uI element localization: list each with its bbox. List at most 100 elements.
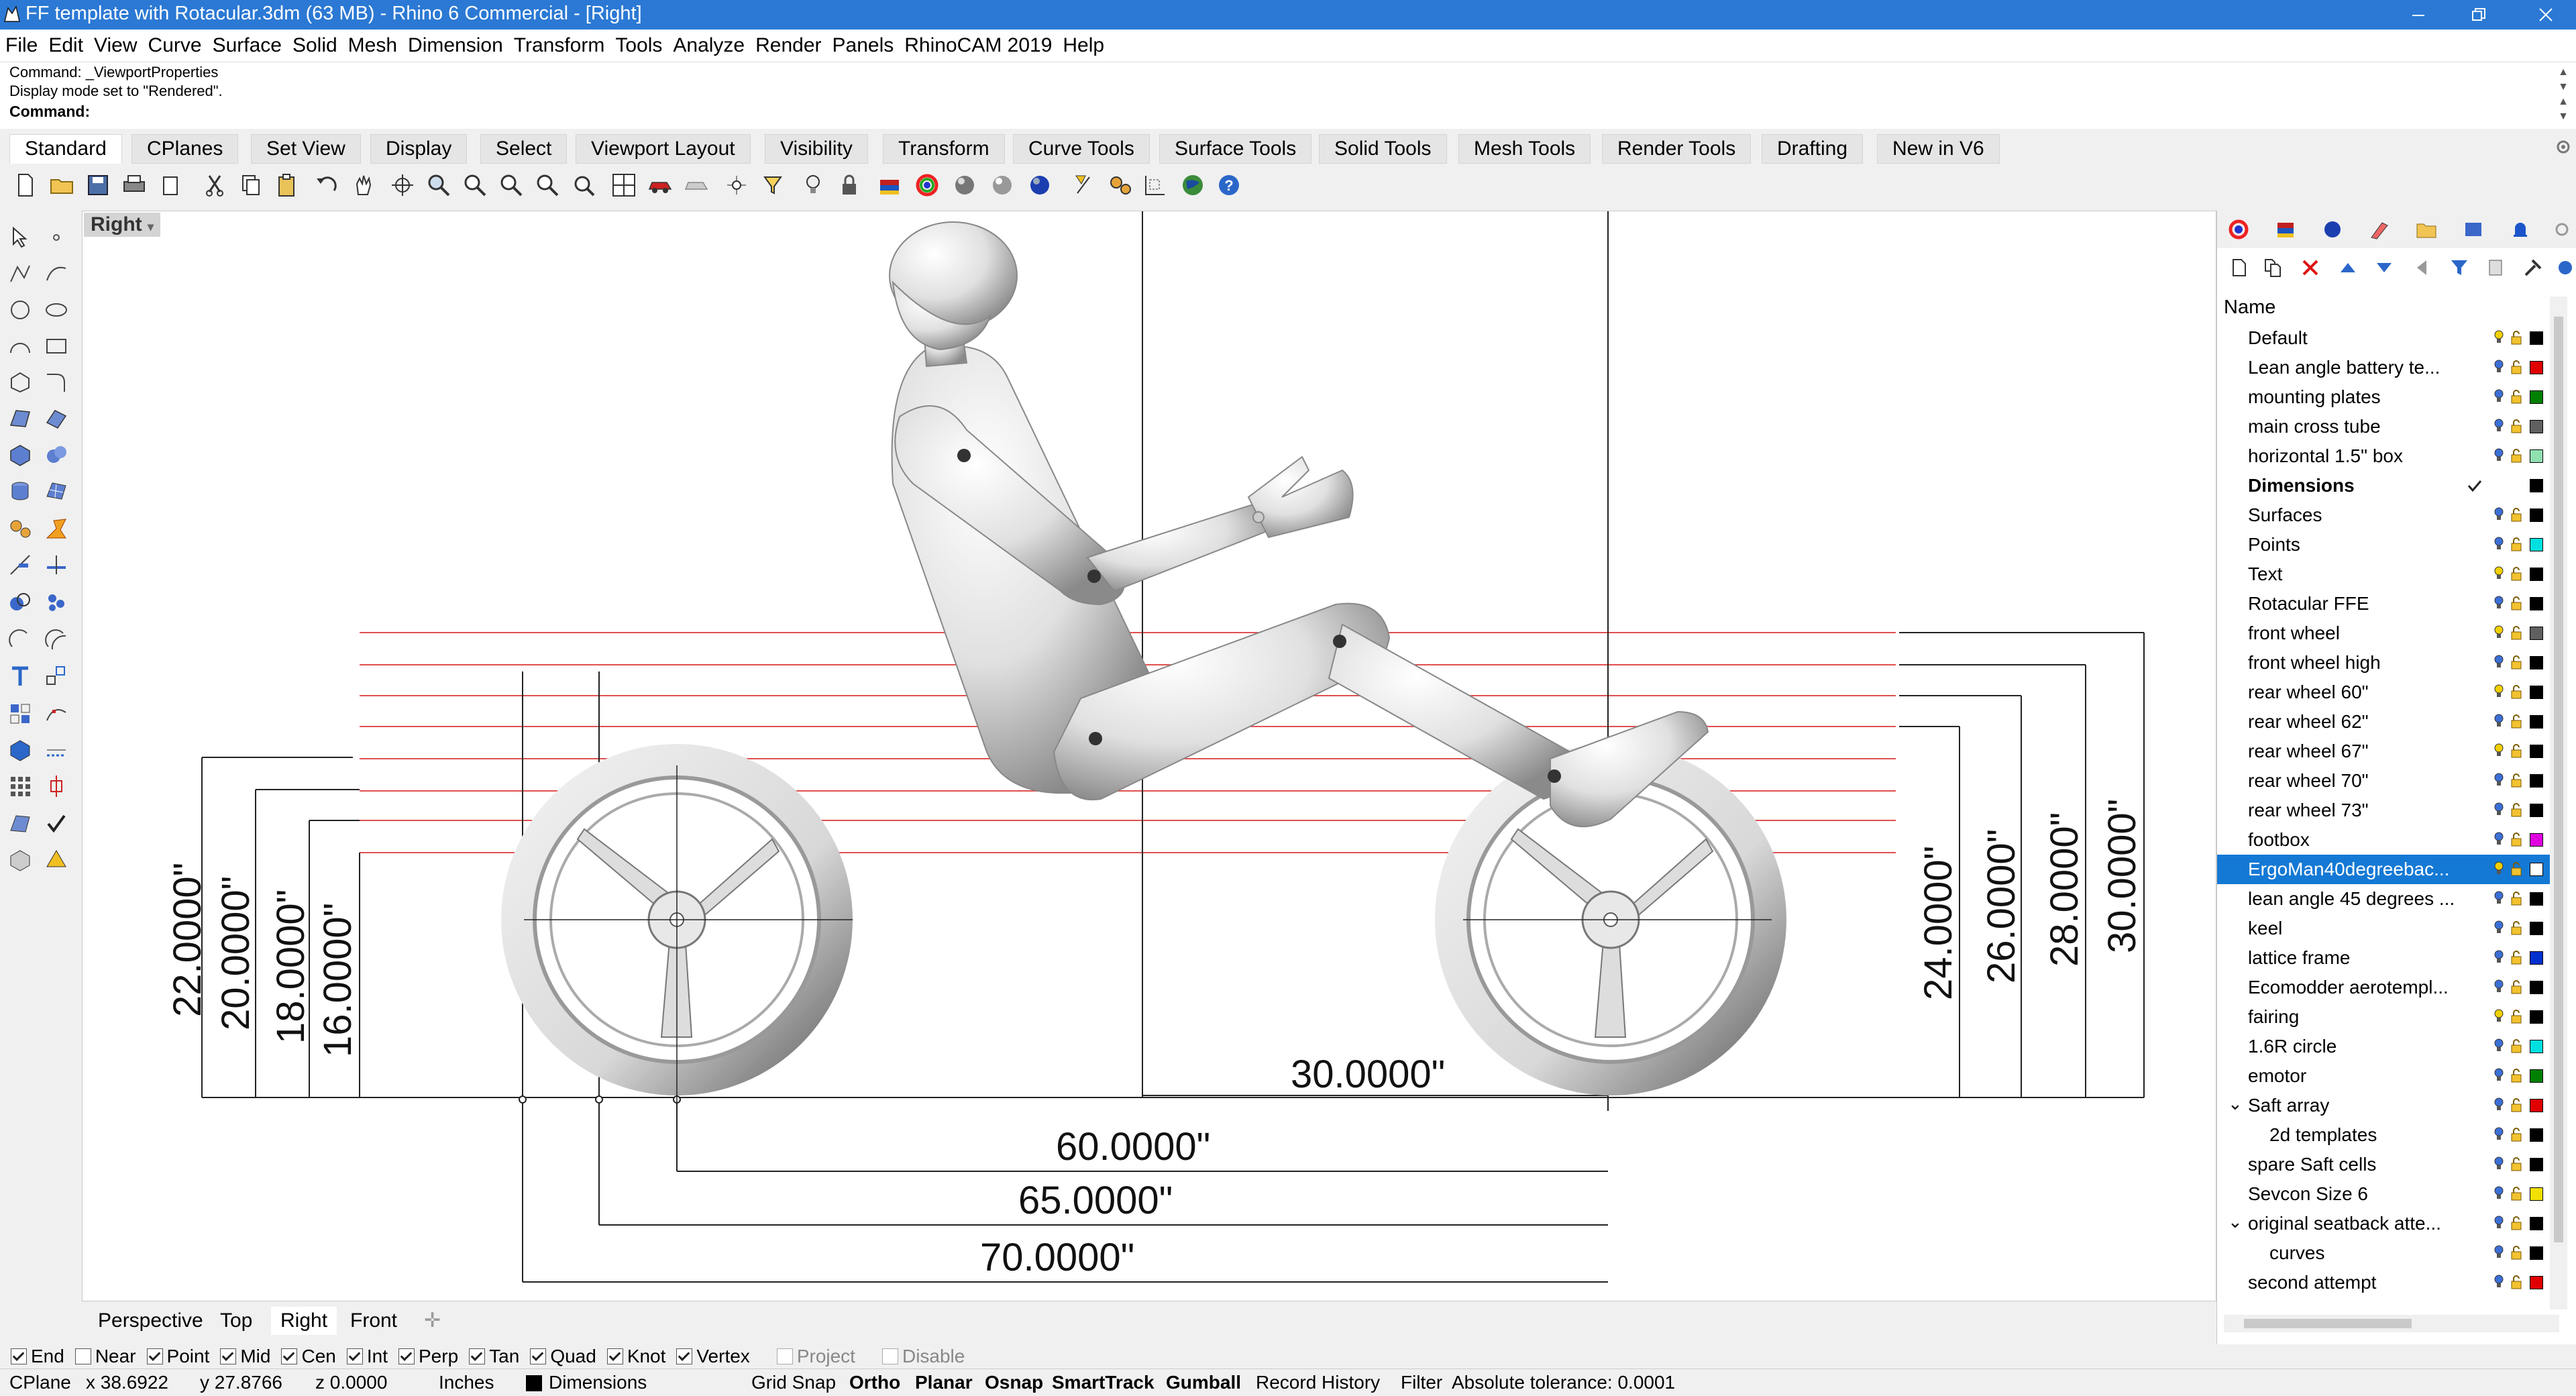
layer-name[interactable]: fairing xyxy=(2248,1006,2489,1028)
lock-icon[interactable] xyxy=(2510,773,2523,788)
expand-chevron-icon[interactable]: ⌄ xyxy=(2228,1212,2243,1232)
layer-row[interactable]: second attempt xyxy=(2217,1268,2566,1297)
dim-22[interactable]: 22.0000" xyxy=(166,863,209,1017)
select-arrow-icon[interactable] xyxy=(7,224,34,251)
lock-icon[interactable] xyxy=(2510,861,2523,876)
tab-visibility[interactable]: Visibility xyxy=(765,134,868,164)
close-button[interactable] xyxy=(2516,0,2576,30)
snap-grid-icon[interactable] xyxy=(1142,172,1169,199)
layer-row[interactable]: keel xyxy=(2217,914,2566,943)
open-folder-icon[interactable] xyxy=(48,172,75,199)
lock-icon[interactable] xyxy=(2510,537,2523,551)
paste-icon[interactable] xyxy=(274,172,301,199)
four-viewports-icon[interactable] xyxy=(610,172,637,199)
curve-icon[interactable] xyxy=(43,260,70,287)
layer-name[interactable]: Default xyxy=(2248,327,2489,349)
osnap-near[interactable]: Near xyxy=(74,1346,136,1367)
zoom-window-icon[interactable] xyxy=(462,172,488,199)
tab-render-tools[interactable]: Render Tools xyxy=(1602,134,1752,164)
color-wheel-icon[interactable] xyxy=(914,172,941,199)
viewport-right[interactable]: Right ▾ 22.0000" 20.0000" 18.0000" 16.00… xyxy=(82,211,2216,1301)
cluster-icon[interactable] xyxy=(43,589,70,616)
layer-color-swatch[interactable] xyxy=(2530,627,2543,640)
trim-icon[interactable] xyxy=(7,551,34,578)
edit-points-icon[interactable] xyxy=(43,700,70,727)
visibility-bulb-icon[interactable] xyxy=(2493,389,2504,404)
visibility-bulb-icon[interactable] xyxy=(2493,1009,2504,1024)
viewport-tab-front[interactable]: Front xyxy=(341,1307,407,1335)
viewport-tab-right[interactable]: Right xyxy=(271,1307,337,1335)
layer-color-swatch[interactable] xyxy=(2530,1069,2543,1083)
lock-icon[interactable] xyxy=(2510,1216,2523,1230)
lock-icon[interactable] xyxy=(2510,743,2523,758)
layer-row[interactable]: footbox xyxy=(2217,825,2566,855)
layer-color-swatch[interactable] xyxy=(2530,361,2543,374)
layer-color-swatch[interactable] xyxy=(2530,1040,2543,1053)
grid-array-icon[interactable] xyxy=(7,773,34,800)
lock-icon[interactable] xyxy=(2510,389,2523,404)
checkbox[interactable] xyxy=(346,1348,363,1364)
expand-chevron-icon[interactable]: ⌄ xyxy=(2228,1093,2243,1114)
visibility-bulb-icon[interactable] xyxy=(2493,1245,2504,1260)
layer-name[interactable]: Text xyxy=(2248,563,2489,585)
layer-name[interactable]: original seatback atte... xyxy=(2248,1213,2489,1234)
globe-icon[interactable] xyxy=(1179,172,1206,199)
visibility-bulb-icon[interactable] xyxy=(2493,1216,2504,1230)
filter-icon[interactable] xyxy=(2449,258,2469,278)
zoom-icon[interactable] xyxy=(425,172,452,199)
layer-name[interactable]: rear wheel 73" xyxy=(2248,800,2489,821)
mesh-icon[interactable] xyxy=(43,478,70,504)
menu-surface[interactable]: Surface xyxy=(207,34,287,57)
checkbox[interactable] xyxy=(220,1348,237,1364)
lock-icon[interactable] xyxy=(2510,891,2523,906)
named-views-tab-icon[interactable] xyxy=(2463,219,2484,240)
osnap-cen[interactable]: Cen xyxy=(281,1346,336,1367)
tab-surface-tools[interactable]: Surface Tools xyxy=(1159,134,1312,164)
lock-icon[interactable] xyxy=(2510,1157,2523,1171)
layer-color-swatch[interactable] xyxy=(2530,1128,2543,1142)
lock-icon[interactable] xyxy=(2510,950,2523,965)
layer-row[interactable]: front wheel xyxy=(2217,619,2566,648)
viewport-tab-perspective[interactable]: Perspective xyxy=(89,1307,213,1335)
layer-row[interactable]: curves xyxy=(2217,1238,2566,1268)
layer-row[interactable]: Rotacular FFE xyxy=(2217,589,2566,619)
layer-name[interactable]: curves xyxy=(2269,1242,2511,1264)
layer-row[interactable]: Sevcon Size 6 xyxy=(2217,1179,2566,1209)
visibility-bulb-icon[interactable] xyxy=(2493,1038,2504,1053)
ergoman-mannequin[interactable] xyxy=(889,221,1709,828)
split-icon[interactable] xyxy=(43,551,70,578)
checkbox[interactable] xyxy=(281,1348,298,1364)
lock-icon[interactable] xyxy=(2510,625,2523,640)
visibility-bulb-icon[interactable] xyxy=(2493,448,2504,463)
layer-color-swatch[interactable] xyxy=(2530,1217,2543,1230)
lock-icon[interactable] xyxy=(2510,979,2523,994)
layer-row[interactable]: Dimensions xyxy=(2217,471,2566,500)
layer-name[interactable]: keel xyxy=(2248,918,2489,939)
copy-page-icon[interactable] xyxy=(157,172,184,199)
tab-viewport-layout[interactable]: Viewport Layout xyxy=(576,134,751,164)
checkbox[interactable] xyxy=(776,1348,793,1364)
layer-color-swatch[interactable] xyxy=(2530,1187,2543,1201)
polygon-icon[interactable] xyxy=(7,369,34,396)
add-viewport-icon[interactable]: ✛ xyxy=(415,1307,450,1335)
layer-color-swatch[interactable] xyxy=(2530,1276,2543,1289)
layer-color-swatch[interactable] xyxy=(2530,420,2543,433)
new-layer-icon[interactable] xyxy=(2229,258,2249,278)
visibility-bulb-icon[interactable] xyxy=(2493,655,2504,669)
menu-file[interactable]: File xyxy=(0,34,43,57)
box-solid-icon[interactable] xyxy=(7,441,34,468)
menu-help[interactable]: Help xyxy=(1057,34,1110,57)
visibility-bulb-icon[interactable] xyxy=(2493,743,2504,758)
lock-icon[interactable] xyxy=(2510,596,2523,610)
layer-name[interactable]: spare Saft cells xyxy=(2248,1154,2489,1175)
move-up-icon[interactable] xyxy=(2338,258,2358,278)
print-icon[interactable] xyxy=(121,172,148,199)
group-icon[interactable] xyxy=(7,700,34,727)
gumball-toggle[interactable]: Gumball xyxy=(1166,1372,1241,1393)
command-scrollbar[interactable]: ▲ ▼ ▲ ▼ xyxy=(2556,65,2571,127)
layer-row[interactable]: emotor xyxy=(2217,1061,2566,1091)
layer-row[interactable]: ⌄ original seatback atte... xyxy=(2217,1209,2566,1238)
layers-name-header[interactable]: Name xyxy=(2224,297,2275,319)
checkbox[interactable] xyxy=(530,1348,547,1364)
render-preview-icon[interactable] xyxy=(7,810,34,837)
